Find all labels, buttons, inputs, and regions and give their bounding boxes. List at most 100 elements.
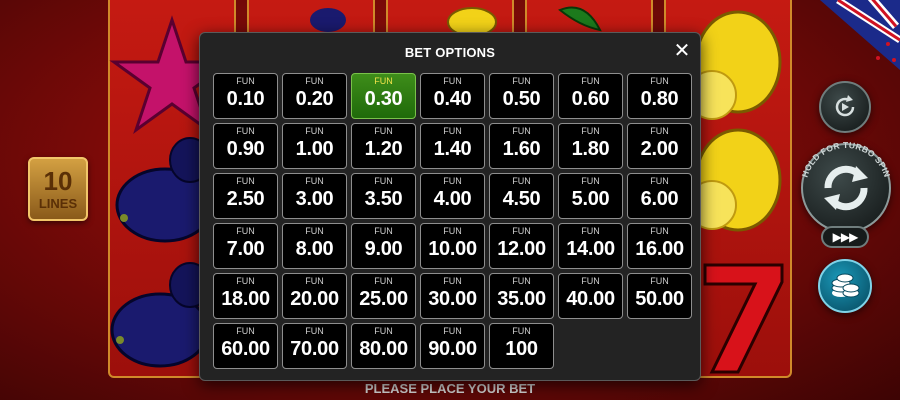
close-icon[interactable]: ✕ — [672, 41, 692, 61]
bet-option-value: 1.20 — [364, 138, 403, 160]
bet-option-button[interactable]: FUN 4.00 — [420, 173, 485, 219]
bet-coins-button[interactable] — [818, 259, 872, 313]
bet-option-button[interactable]: FUN 8.00 — [282, 223, 347, 269]
bet-option-button[interactable]: FUN 1.20 — [351, 123, 416, 169]
bet-option-button[interactable]: FUN 1.40 — [420, 123, 485, 169]
bet-option-button[interactable]: FUN 2.00 — [627, 123, 692, 169]
bet-option-value: 35.00 — [497, 288, 546, 310]
spin-button[interactable] — [801, 143, 891, 233]
bet-option-currency: FUN — [374, 276, 393, 286]
bet-option-value: 7.00 — [226, 238, 265, 260]
bet-option-button[interactable]: FUN 5.00 — [558, 173, 623, 219]
bet-option-value: 1.40 — [433, 138, 472, 160]
coins-icon — [831, 273, 860, 298]
bet-option-value: 14.00 — [566, 238, 615, 260]
bet-option-currency: FUN — [443, 226, 462, 236]
bet-option-button[interactable]: FUN 30.00 — [420, 273, 485, 319]
bet-option-currency: FUN — [374, 126, 393, 136]
bet-option-currency: FUN — [650, 76, 669, 86]
bet-option-currency: FUN — [305, 176, 324, 186]
bet-option-button[interactable]: FUN 60.00 — [213, 323, 278, 369]
bet-option-button[interactable]: FUN 1.00 — [282, 123, 347, 169]
bet-option-value: 100 — [505, 338, 538, 360]
bet-option-button[interactable]: FUN 9.00 — [351, 223, 416, 269]
bet-option-value: 4.00 — [433, 188, 472, 210]
bet-option-button[interactable]: FUN 1.60 — [489, 123, 554, 169]
bet-option-button[interactable]: FUN 90.00 — [420, 323, 485, 369]
flag-icon[interactable] — [800, 0, 900, 70]
bet-option-currency: FUN — [581, 226, 600, 236]
bet-option-button[interactable]: FUN 40.00 — [558, 273, 623, 319]
bet-option-value: 40.00 — [566, 288, 615, 310]
bet-option-currency: FUN — [374, 326, 393, 336]
bet-option-currency: FUN — [512, 176, 531, 186]
bet-options-modal: BET OPTIONS ✕ FUN 0.10 FUN 0.20 FUN 0.30 FUN 0.… — [199, 32, 701, 381]
bet-option-button[interactable]: FUN 12.00 — [489, 223, 554, 269]
lines-count: 10 — [43, 166, 73, 196]
bet-option-currency: FUN — [236, 76, 255, 86]
bet-option-button[interactable]: FUN 3.00 — [282, 173, 347, 219]
bet-option-currency: FUN — [236, 276, 255, 286]
bet-option-button[interactable]: FUN 14.00 — [558, 223, 623, 269]
bet-option-currency: FUN — [650, 126, 669, 136]
bet-option-value: 90.00 — [428, 338, 477, 360]
status-message: PLEASE PLACE YOUR BET — [364, 381, 536, 396]
bet-option-button[interactable]: FUN 0.60 — [558, 73, 623, 119]
bet-option-value: 12.00 — [497, 238, 546, 260]
bet-option-value: 2.50 — [226, 188, 265, 210]
bet-option-button[interactable]: FUN 7.00 — [213, 223, 278, 269]
bet-option-button[interactable]: FUN 100 — [489, 323, 554, 369]
bet-option-value: 2.00 — [640, 138, 679, 160]
plum-symbol — [310, 8, 346, 32]
bet-option-button[interactable]: FUN 3.50 — [351, 173, 416, 219]
bet-option-value: 0.30 — [364, 88, 403, 110]
bet-option-button[interactable]: FUN 0.40 — [420, 73, 485, 119]
bet-option-button[interactable]: FUN 4.50 — [489, 173, 554, 219]
bet-option-button[interactable]: FUN 1.80 — [558, 123, 623, 169]
bet-option-currency: FUN — [512, 76, 531, 86]
bet-option-currency: FUN — [305, 126, 324, 136]
bet-option-button[interactable]: FUN 10.00 — [420, 223, 485, 269]
seven-symbol — [703, 263, 784, 374]
bet-option-currency: FUN — [512, 276, 531, 286]
bet-option-button[interactable]: FUN 0.10 — [213, 73, 278, 119]
bet-option-value: 50.00 — [635, 288, 684, 310]
bet-option-value: 20.00 — [290, 288, 339, 310]
bet-option-value: 0.80 — [640, 88, 679, 110]
bet-option-button[interactable]: FUN 0.90 — [213, 123, 278, 169]
bet-option-value: 0.60 — [571, 88, 610, 110]
bet-options-grid: FUN 0.10 FUN 0.20 FUN 0.30 FUN 0.40 FUN 0.50 FUN 0.… — [213, 73, 692, 369]
bet-option-currency: FUN — [443, 326, 462, 336]
bet-option-button[interactable]: FUN 35.00 — [489, 273, 554, 319]
bet-option-button[interactable]: FUN 0.50 — [489, 73, 554, 119]
bet-option-button[interactable]: FUN 70.00 — [282, 323, 347, 369]
bet-option-currency: FUN — [305, 276, 324, 286]
bet-option-value: 0.20 — [295, 88, 334, 110]
bet-option-button[interactable]: FUN 6.00 — [627, 173, 692, 219]
bet-option-value: 0.40 — [433, 88, 472, 110]
bet-option-value: 4.50 — [502, 188, 541, 210]
bet-option-value: 5.00 — [571, 188, 610, 210]
bet-option-button[interactable]: FUN 0.20 — [282, 73, 347, 119]
lines-label: LINES — [38, 196, 78, 211]
bet-option-currency: FUN — [443, 76, 462, 86]
bet-option-button[interactable]: FUN 50.00 — [627, 273, 692, 319]
bet-option-value: 3.00 — [295, 188, 334, 210]
bet-option-value: 0.10 — [226, 88, 265, 110]
bet-option-value: 25.00 — [359, 288, 408, 310]
bet-option-currency: FUN — [305, 76, 324, 86]
bet-option-button[interactable]: FUN 20.00 — [282, 273, 347, 319]
leaf-symbol — [558, 6, 602, 32]
bet-option-button[interactable]: FUN 2.50 — [213, 173, 278, 219]
bet-option-button[interactable]: FUN 80.00 — [351, 323, 416, 369]
bet-option-currency: FUN — [512, 226, 531, 236]
bet-option-button[interactable]: FUN 0.80 — [627, 73, 692, 119]
bet-option-button[interactable]: FUN 18.00 — [213, 273, 278, 319]
bet-option-button[interactable]: FUN 0.30 — [351, 73, 416, 119]
bet-option-button[interactable]: FUN 16.00 — [627, 223, 692, 269]
fast-mode-button[interactable]: ▶▶▶ — [821, 226, 869, 248]
bet-option-value: 18.00 — [221, 288, 270, 310]
bet-option-button[interactable]: FUN 25.00 — [351, 273, 416, 319]
autoplay-button[interactable] — [819, 81, 871, 133]
bet-option-currency: FUN — [512, 326, 531, 336]
